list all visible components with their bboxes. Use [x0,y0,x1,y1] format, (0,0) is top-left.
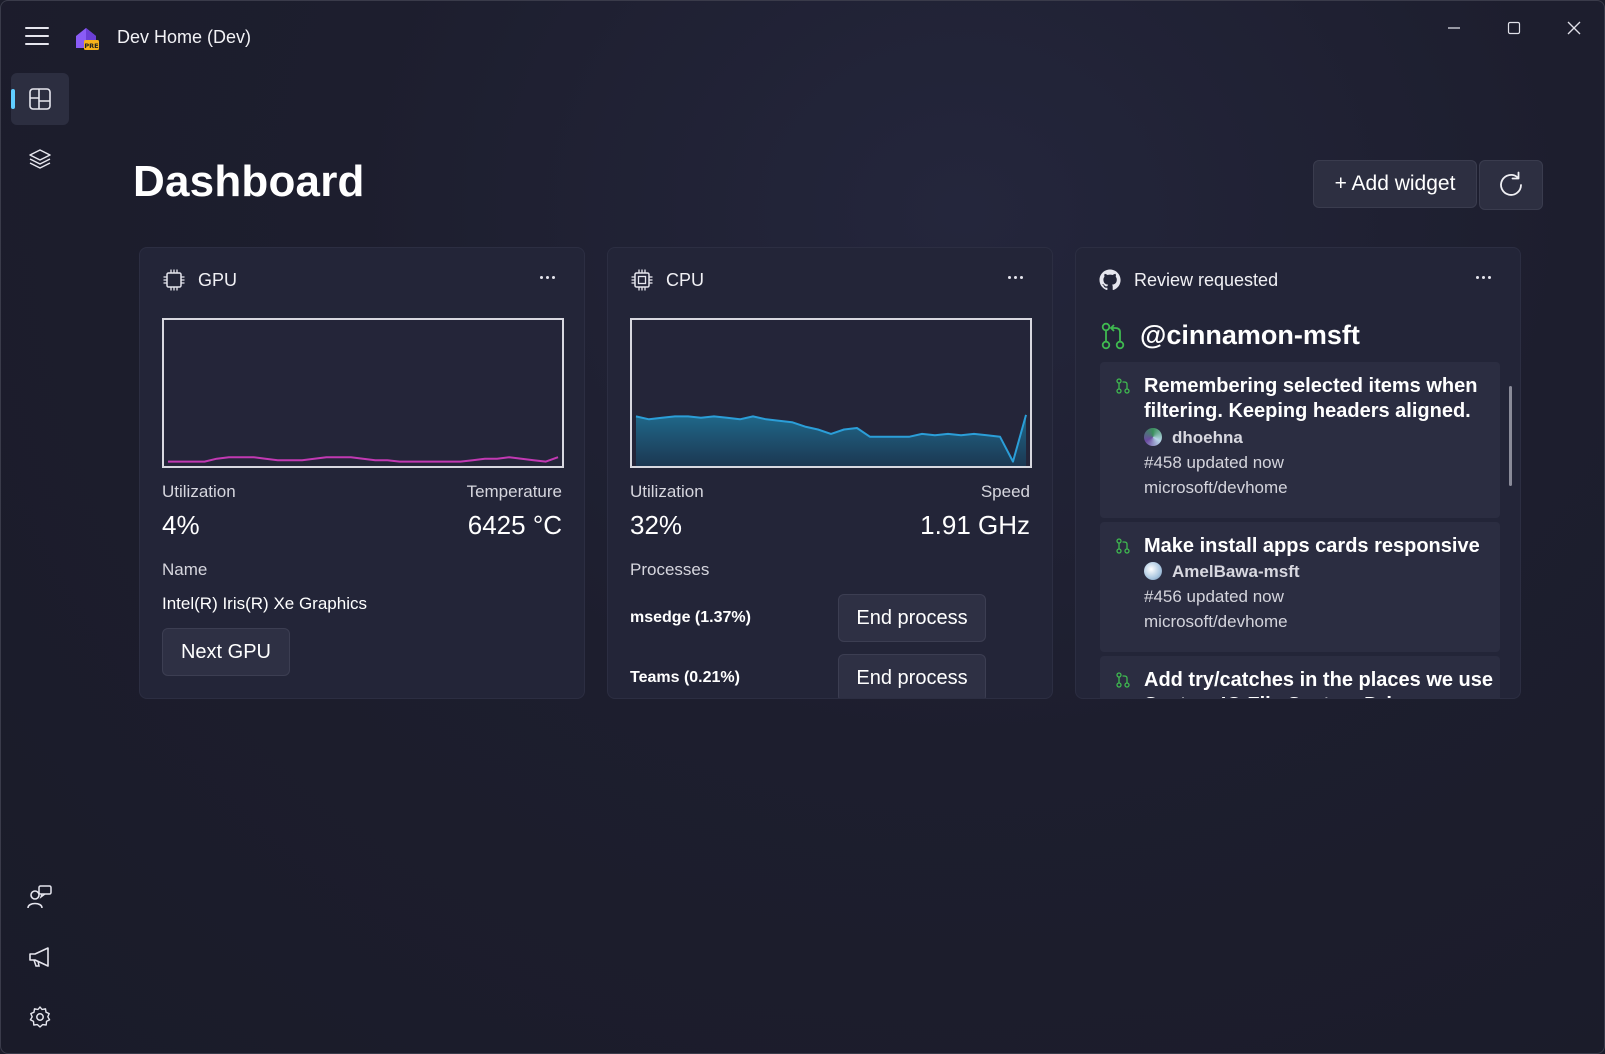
utilization-line [167,456,559,463]
maximize-icon[interactable] [1491,11,1537,45]
add-widget-button[interactable]: + Add widget [1313,160,1477,208]
cpu-processes-label: Processes [630,560,710,579]
cpu-widget-title: CPU [666,270,705,290]
review-widget-header: Review requested [1076,248,1520,304]
gpu-utilization-graph [162,318,564,468]
scrollbar[interactable] [1509,386,1512,486]
layers-icon [29,149,51,169]
utilization-area [635,414,1027,466]
author-name: dhoehna [1172,428,1243,447]
gpu-name-label: Name [162,560,208,579]
more-options-icon[interactable] [1000,264,1030,290]
cpu-widget-header: CPU [608,248,1052,304]
gpu-widget-header: GPU [140,248,584,304]
cpu-chip-icon [631,269,653,291]
dashboard-icon [29,88,51,110]
nav-item-feedback[interactable] [11,871,69,923]
review-widget-title: Review requested [1134,270,1279,290]
pull-request-title[interactable]: Add try/catches in the places we use Sys… [1144,668,1494,698]
hamburger-menu-icon[interactable] [25,27,49,47]
process-name: msedge (1.37%) [630,609,751,626]
process-name: Teams (0.21%) [630,669,740,686]
gpu-utilization-value: 4% [162,510,200,540]
pull-request-icon [1101,322,1125,350]
gpu-widget-title: GPU [198,270,238,290]
cpu-utilization-graph [630,318,1032,468]
pull-request-repo: microsoft/devhome [1144,612,1288,631]
end-process-button[interactable]: End process [838,594,986,642]
gpu-name-value: Intel(R) Iris(R) Xe Graphics [162,594,367,613]
gpu-widget: GPU Utilization Temperature 4% 6425 °C N… [139,247,585,699]
next-gpu-button[interactable]: Next GPU [162,628,290,676]
avatar [1144,428,1162,446]
pull-request-item[interactable]: Remembering selected items when filterin… [1100,362,1500,518]
chip-icon [163,269,185,291]
gpu-utilization-label: Utilization [162,482,236,501]
pull-request-author: AmelBawa-msft [1144,562,1300,582]
refresh-button[interactable] [1479,160,1543,210]
svg-text:PRE: PRE [84,42,98,50]
github-icon [1099,269,1121,291]
cpu-speed-value: 1.91 GHz [920,510,1030,540]
review-requested-widget: Review requested @cinnamon-msft Remember… [1075,247,1521,699]
pull-request-icon [1116,378,1130,394]
author-name: AmelBawa-msft [1172,562,1300,581]
minimize-icon[interactable] [1431,11,1477,45]
pull-request-icon [1116,538,1130,554]
pull-request-item[interactable]: Make install apps cards responsive AmelB… [1100,522,1500,652]
more-options-icon[interactable] [532,264,562,290]
cpu-widget: CPU Utilization Speed 32% 1.91 GHz Proce… [607,247,1053,699]
cpu-utilization-label: Utilization [630,482,704,501]
pull-request-title[interactable]: Remembering selected items when filterin… [1144,374,1494,424]
gpu-temperature-value: 6425 °C [467,510,562,540]
cpu-utilization-value: 32% [630,510,683,540]
gpu-temperature-label: Temperature [466,482,562,501]
feedback-icon [27,885,52,909]
nav-item-settings[interactable] [11,991,69,1043]
pull-request-repo: microsoft/devhome [1144,478,1288,497]
pull-request-number: #458 updated now [1144,453,1284,472]
title-bar: PRE Dev Home (Dev) [1,1,1604,73]
page-title: Dashboard [133,157,365,206]
pull-request-item[interactable]: Add try/catches in the places we use Sys… [1100,656,1500,698]
pull-request-author: dhoehna [1144,428,1243,448]
nav-item-dashboard[interactable] [11,73,69,125]
close-icon[interactable] [1551,11,1597,45]
cpu-speed-label: Speed [980,482,1030,501]
app-title: Dev Home (Dev) [117,27,252,47]
end-process-button[interactable]: End process [838,654,986,698]
dev-home-window: PRE Dev Home (Dev) Dashboard + Add widge… [0,0,1605,1054]
dev-home-logo-icon: PRE [73,25,99,51]
gear-icon [29,1006,51,1028]
refresh-icon [1500,171,1522,196]
avatar [1144,562,1162,580]
pull-request-list[interactable]: @cinnamon-msft Remembering selected item… [1076,304,1520,698]
more-options-icon[interactable] [1468,264,1498,290]
nav-selection-indicator [11,89,15,109]
nav-item-machine-configuration[interactable] [11,133,69,185]
pull-request-title[interactable]: Make install apps cards responsive [1144,534,1494,559]
megaphone-icon [29,947,49,967]
pull-request-number: #456 updated now [1144,587,1284,606]
pull-request-icon [1116,672,1130,688]
nav-item-announcements[interactable] [11,931,69,983]
github-username[interactable]: @cinnamon-msft [1140,320,1360,351]
